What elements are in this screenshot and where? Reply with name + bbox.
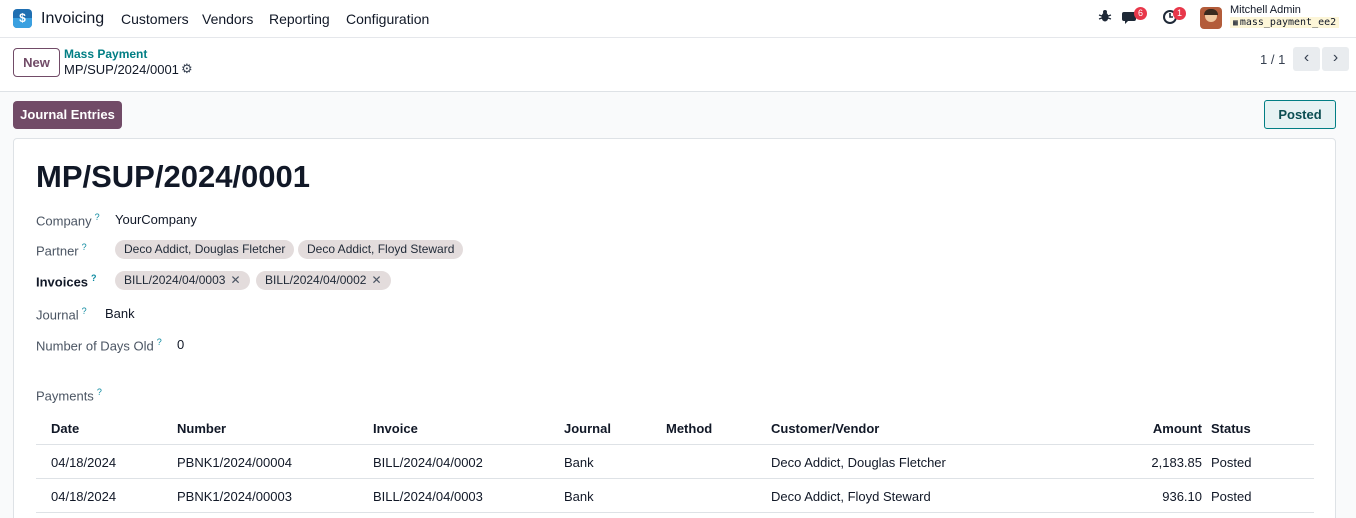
invoices-label-text: Invoices	[36, 274, 89, 290]
help-icon[interactable]: ?	[97, 387, 102, 397]
control-panel: New Mass Payment MP/SUP/2024/0001 ⚙ 1 / …	[0, 38, 1356, 92]
days-old-label: Number of Days Old?	[36, 337, 162, 353]
remove-tag-icon[interactable]: ✕	[371, 273, 381, 287]
column-header-date[interactable]: Date	[51, 421, 79, 436]
cell-status: Posted	[1211, 489, 1252, 504]
days-old-value[interactable]: 0	[177, 337, 184, 352]
cell-number: PBNK1/2024/00003	[177, 489, 292, 504]
help-icon[interactable]: ?	[82, 242, 87, 252]
bug-icon[interactable]	[1095, 9, 1115, 29]
app-icon-letter: $	[19, 11, 26, 25]
breadcrumb-parent[interactable]: Mass Payment	[64, 47, 147, 61]
column-header-number[interactable]: Number	[177, 421, 226, 436]
gear-icon[interactable]: ⚙	[181, 61, 193, 77]
cell-date: 04/18/2024	[51, 455, 117, 470]
cell-amount: 2,183.85	[1151, 455, 1202, 470]
cell-journal: Bank	[564, 489, 594, 504]
cell-partner: Deco Addict, Douglas Fletcher	[771, 455, 946, 470]
cell-invoice: BILL/2024/04/0003	[373, 489, 483, 504]
cell-journal: Bank	[564, 455, 594, 470]
chevron-left-icon[interactable]: ‹	[1293, 47, 1320, 71]
avatar[interactable]	[1200, 7, 1222, 29]
menu-reporting[interactable]: Reporting	[269, 11, 330, 27]
top-navbar: $ Invoicing Customers Vendors Reporting …	[0, 0, 1356, 38]
app-icon[interactable]: $	[13, 9, 32, 28]
new-button[interactable]: New	[13, 48, 60, 77]
journal-label-text: Journal	[36, 307, 79, 323]
table-header-divider	[36, 444, 1314, 445]
chevron-right-icon[interactable]: ›	[1322, 47, 1349, 71]
cell-number: PBNK1/2024/00004	[177, 455, 292, 470]
journal-entries-button[interactable]: Journal Entries	[13, 101, 122, 129]
invoices-label: Invoices?	[36, 273, 97, 289]
invoice-tag-label: BILL/2024/04/0003	[124, 273, 226, 287]
cell-partner: Deco Addict, Floyd Steward	[771, 489, 931, 504]
menu-vendors[interactable]: Vendors	[202, 11, 253, 27]
partner-tag[interactable]: Deco Addict, Douglas Fletcher	[115, 240, 295, 259]
cell-amount: 936.10	[1162, 489, 1202, 504]
row-divider	[36, 478, 1314, 479]
partner-tag[interactable]: Deco Addict, Floyd Steward	[298, 240, 464, 259]
user-name[interactable]: Mitchell Admin	[1230, 4, 1301, 16]
partner-label-text: Partner	[36, 243, 79, 259]
database-name: ▦ mass_payment_ee2	[1230, 17, 1340, 28]
help-icon[interactable]: ?	[95, 212, 100, 222]
menu-customers[interactable]: Customers	[121, 11, 189, 27]
help-icon[interactable]: ?	[91, 273, 97, 283]
cell-invoice: BILL/2024/04/0002	[373, 455, 483, 470]
cell-status: Posted	[1211, 455, 1252, 470]
column-header-amount[interactable]: Amount	[1114, 421, 1202, 436]
column-header-method[interactable]: Method	[666, 421, 712, 436]
company-label: Company?	[36, 212, 100, 228]
record-title: MP/SUP/2024/0001	[36, 159, 311, 194]
app-name[interactable]: Invoicing	[41, 10, 104, 28]
invoice-tag[interactable]: BILL/2024/04/0003 ✕	[115, 271, 250, 290]
form-sheet: MP/SUP/2024/0001 Company? YourCompany Pa…	[13, 138, 1336, 518]
cell-date: 04/18/2024	[51, 489, 117, 504]
database-icon: ▦	[1233, 18, 1238, 27]
days-old-label-text: Number of Days Old	[36, 338, 154, 354]
remove-tag-icon[interactable]: ✕	[230, 273, 240, 287]
row-divider	[36, 512, 1314, 513]
company-value[interactable]: YourCompany	[115, 212, 197, 227]
help-icon[interactable]: ?	[82, 306, 87, 316]
pager-value[interactable]: 1 / 1	[1260, 52, 1285, 67]
column-header-status[interactable]: Status	[1211, 421, 1251, 436]
menu-configuration[interactable]: Configuration	[346, 11, 429, 27]
help-icon[interactable]: ?	[157, 337, 162, 347]
column-header-partner[interactable]: Customer/Vendor	[771, 421, 879, 436]
breadcrumb-current: MP/SUP/2024/0001	[64, 62, 179, 77]
invoice-tag[interactable]: BILL/2024/04/0002 ✕	[256, 271, 391, 290]
column-header-journal[interactable]: Journal	[564, 421, 611, 436]
journal-value[interactable]: Bank	[105, 306, 135, 321]
journal-label: Journal?	[36, 306, 87, 322]
payments-label-text: Payments	[36, 388, 94, 404]
company-label-text: Company	[36, 213, 92, 229]
database-label: mass_payment_ee2	[1239, 17, 1337, 28]
column-header-invoice[interactable]: Invoice	[373, 421, 418, 436]
status-badge[interactable]: Posted	[1264, 100, 1336, 129]
activities-badge: 1	[1173, 7, 1186, 20]
partner-label: Partner?	[36, 242, 87, 258]
messages-badge: 6	[1134, 7, 1147, 20]
invoice-tag-label: BILL/2024/04/0002	[265, 273, 367, 287]
payments-label: Payments?	[36, 387, 102, 403]
